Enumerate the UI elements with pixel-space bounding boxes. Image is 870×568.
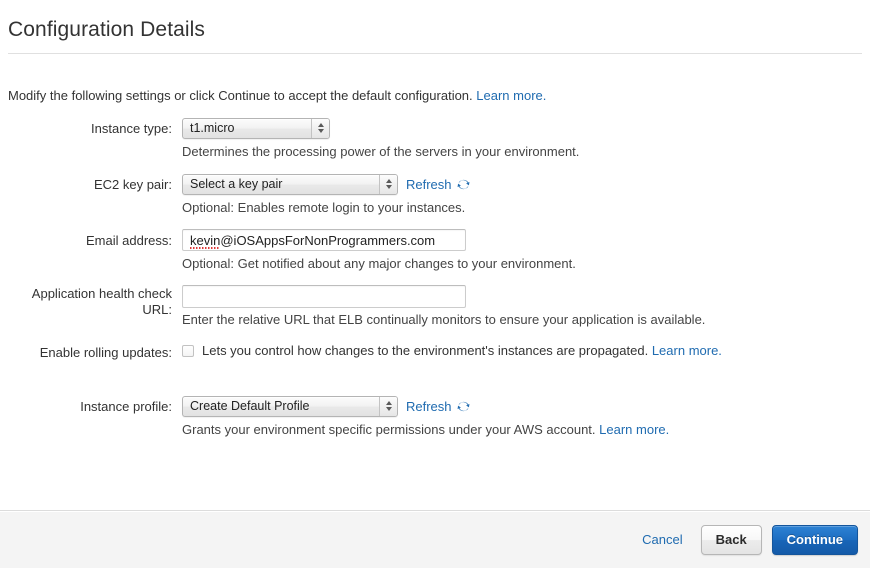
instance-type-label: Instance type: [91, 121, 172, 136]
instance-type-help: Determines the processing power of the s… [182, 144, 580, 159]
intro-sentence: Modify the following settings or click C… [8, 88, 473, 103]
row-ec2-key-pair: EC2 key pair: Select a key pair Refresh [8, 172, 870, 226]
footer-action-bar: Cancel Back Continue [0, 510, 870, 568]
rolling-updates-description: Lets you control how changes to the envi… [202, 343, 649, 358]
health-check-url-label-line2: URL: [142, 302, 172, 317]
ec2-key-pair-value: Select a key pair [190, 177, 283, 191]
rolling-updates-spacer [182, 366, 870, 382]
instance-profile-help-text: Grants your environment specific permiss… [182, 422, 596, 437]
rolling-updates-checkbox[interactable] [182, 345, 194, 357]
intro-learn-more-link[interactable]: Learn more. [476, 88, 546, 103]
row-instance-profile: Instance profile: Create Default Profile… [8, 394, 870, 446]
ec2-key-pair-help: Optional: Enables remote login to your i… [182, 200, 466, 215]
row-health-check-url: Application health check URL: Enter the … [8, 284, 870, 338]
stepper-arrows-icon[interactable] [311, 118, 329, 138]
email-address-field[interactable]: kevin@iOSAppsForNonProgrammers.com [182, 229, 466, 251]
configuration-form: Instance type: t1.micro Determines the p… [0, 116, 870, 446]
instance-profile-refresh-link[interactable]: Refresh [406, 399, 470, 414]
intro-text: Modify the following settings or click C… [0, 88, 870, 104]
instance-profile-select[interactable]: Create Default Profile [182, 395, 398, 417]
ec2-key-pair-label: EC2 key pair: [93, 177, 172, 192]
cancel-link[interactable]: Cancel [642, 532, 682, 547]
instance-profile-help: Grants your environment specific permiss… [182, 422, 870, 438]
ec2-key-pair-select[interactable]: Select a key pair [182, 173, 398, 195]
row-instance-type: Instance type: t1.micro Determines the p… [8, 116, 870, 170]
ec2-key-pair-refresh-link[interactable]: Refresh [406, 177, 470, 192]
page-header: Configuration Details [0, 0, 870, 54]
instance-type-value: t1.micro [190, 121, 235, 135]
health-check-url-label-line1: Application health check [31, 286, 172, 301]
refresh-label: Refresh [406, 398, 452, 414]
continue-button[interactable]: Continue [771, 524, 858, 555]
email-misspelled-token: kevin [190, 232, 221, 249]
refresh-icon [457, 178, 470, 191]
health-check-url-help: Enter the relative URL that ELB continua… [182, 312, 706, 327]
rolling-updates-learn-more-link[interactable]: Learn more. [652, 343, 722, 358]
header-divider [8, 53, 862, 54]
refresh-icon [457, 400, 470, 413]
refresh-label: Refresh [406, 176, 452, 192]
instance-profile-label: Instance profile: [80, 399, 172, 414]
email-address-help: Optional: Get notified about any major c… [182, 256, 576, 271]
health-check-url-field[interactable] [182, 284, 466, 308]
health-check-url-label: Application health check URL: [8, 284, 182, 318]
page-title: Configuration Details [8, 18, 206, 41]
email-address-label: Email address: [86, 233, 172, 248]
email-rest: @iOSAppsForNonProgrammers.com [220, 232, 436, 248]
instance-profile-value: Create Default Profile [190, 399, 310, 413]
row-rolling-updates: Enable rolling updates: Lets you control… [8, 340, 870, 392]
stepper-arrows-icon[interactable] [379, 396, 397, 416]
instance-profile-learn-more-link[interactable]: Learn more. [599, 422, 669, 437]
row-email-address: Email address: kevin@iOSAppsForNonProgra… [8, 228, 870, 282]
stepper-arrows-icon[interactable] [379, 174, 397, 194]
rolling-updates-label: Enable rolling updates: [39, 345, 172, 360]
instance-type-select[interactable]: t1.micro [182, 117, 330, 139]
back-button[interactable]: Back [700, 524, 762, 555]
